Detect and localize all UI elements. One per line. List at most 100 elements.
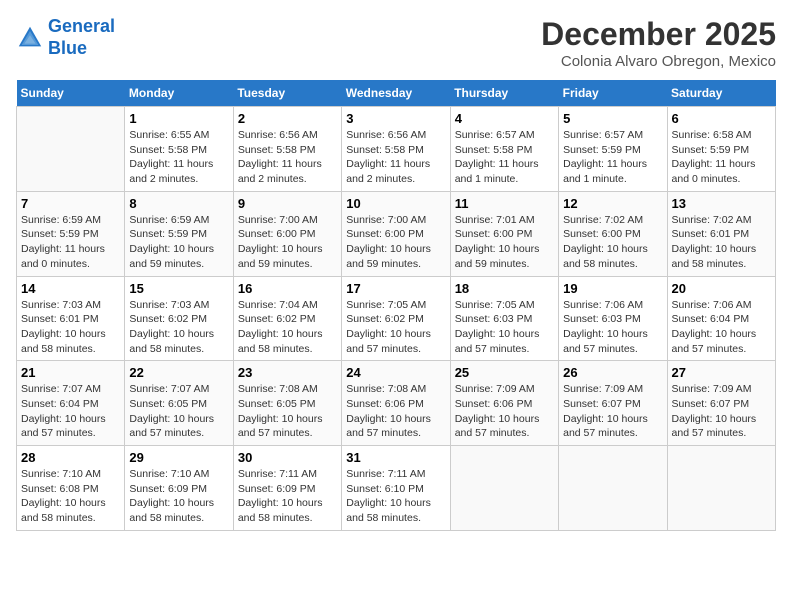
calendar-cell: 14Sunrise: 7:03 AMSunset: 6:01 PMDayligh…	[17, 276, 125, 361]
day-number: 2	[238, 111, 337, 126]
page-header: General Blue December 2025 Colonia Alvar…	[16, 16, 776, 70]
day-number: 30	[238, 450, 337, 465]
day-info: Sunrise: 7:06 AMSunset: 6:03 PMDaylight:…	[563, 298, 662, 357]
calendar-cell: 15 Sunrise: 7:03 AMSunset: 6:02 PMDayligh…	[125, 276, 233, 361]
day-info: Sunrise: 6:59 AMSunset: 5:59 PMDaylight:…	[129, 213, 228, 272]
day-info: Sunrise: 6:59 AMSunset: 5:59 PMDaylight:…	[21, 213, 120, 272]
day-number: 8	[129, 196, 228, 211]
calendar-cell: 9 Sunrise: 7:00 AMSunset: 6:00 PMDaylight…	[233, 191, 341, 276]
day-info: Sunrise: 7:07 AMSunset: 6:04 PMDaylight:…	[21, 382, 120, 441]
day-info: Sunrise: 7:11 AMSunset: 6:09 PMDaylight:…	[238, 467, 337, 526]
day-number: 22	[129, 365, 228, 380]
day-info: Sunrise: 7:09 AMSunset: 6:07 PMDaylight:…	[563, 382, 662, 441]
calendar-cell: 18 Sunrise: 7:05 AMSunset: 6:03 PMDayligh…	[450, 276, 558, 361]
title-block: December 2025 Colonia Alvaro Obregon, Me…	[541, 16, 776, 70]
day-info: Sunrise: 7:10 AMSunset: 6:09 PMDaylight:…	[129, 467, 228, 526]
calendar-cell: 29 Sunrise: 7:10 AMSunset: 6:09 PMDayligh…	[125, 446, 233, 531]
logo-line1: General	[48, 16, 115, 36]
calendar-cell: 11 Sunrise: 7:01 AMSunset: 6:00 PMDayligh…	[450, 191, 558, 276]
day-number: 17	[346, 281, 445, 296]
day-info: Sunrise: 6:57 AMSunset: 5:58 PMDaylight:…	[455, 128, 554, 187]
location: Colonia Alvaro Obregon, Mexico	[541, 53, 776, 70]
calendar-cell: 1 Sunrise: 6:55 AMSunset: 5:58 PMDaylight…	[125, 107, 233, 192]
day-number: 19	[563, 281, 662, 296]
calendar-week-row: 14Sunrise: 7:03 AMSunset: 6:01 PMDayligh…	[17, 276, 776, 361]
calendar-cell: 21 Sunrise: 7:07 AMSunset: 6:04 PMDayligh…	[17, 361, 125, 446]
day-number: 4	[455, 111, 554, 126]
calendar-week-row: 21 Sunrise: 7:07 AMSunset: 6:04 PMDayligh…	[17, 361, 776, 446]
day-number: 31	[346, 450, 445, 465]
calendar-cell: 7 Sunrise: 6:59 AMSunset: 5:59 PMDaylight…	[17, 191, 125, 276]
weekday-header: Thursday	[450, 80, 558, 107]
day-number: 3	[346, 111, 445, 126]
day-number: 13	[672, 196, 771, 211]
calendar-cell: 28Sunrise: 7:10 AMSunset: 6:08 PMDayligh…	[17, 446, 125, 531]
day-info: Sunrise: 7:05 AMSunset: 6:02 PMDaylight:…	[346, 298, 445, 357]
calendar-cell: 30 Sunrise: 7:11 AMSunset: 6:09 PMDayligh…	[233, 446, 341, 531]
day-info: Sunrise: 7:00 AMSunset: 6:00 PMDaylight:…	[238, 213, 337, 272]
day-info: Sunrise: 7:11 AMSunset: 6:10 PMDaylight:…	[346, 467, 445, 526]
day-info: Sunrise: 7:10 AMSunset: 6:08 PMDaylight:…	[21, 467, 120, 526]
day-info: Sunrise: 6:56 AMSunset: 5:58 PMDaylight:…	[346, 128, 445, 187]
day-info: Sunrise: 7:00 AMSunset: 6:00 PMDaylight:…	[346, 213, 445, 272]
day-info: Sunrise: 7:03 AMSunset: 6:01 PMDaylight:…	[21, 298, 120, 357]
day-number: 26	[563, 365, 662, 380]
calendar-cell	[559, 446, 667, 531]
weekday-header-row: SundayMondayTuesdayWednesdayThursdayFrid…	[17, 80, 776, 107]
month-title: December 2025	[541, 16, 776, 53]
calendar-cell: 22 Sunrise: 7:07 AMSunset: 6:05 PMDayligh…	[125, 361, 233, 446]
day-number: 1	[129, 111, 228, 126]
calendar-cell: 20 Sunrise: 7:06 AMSunset: 6:04 PMDayligh…	[667, 276, 775, 361]
day-number: 10	[346, 196, 445, 211]
day-info: Sunrise: 7:08 AMSunset: 6:05 PMDaylight:…	[238, 382, 337, 441]
calendar-cell: 17 Sunrise: 7:05 AMSunset: 6:02 PMDayligh…	[342, 276, 450, 361]
calendar-cell: 25 Sunrise: 7:09 AMSunset: 6:06 PMDayligh…	[450, 361, 558, 446]
calendar-cell: 19 Sunrise: 7:06 AMSunset: 6:03 PMDayligh…	[559, 276, 667, 361]
weekday-header: Saturday	[667, 80, 775, 107]
calendar-cell: 2Sunrise: 6:56 AMSunset: 5:58 PMDaylight…	[233, 107, 341, 192]
day-info: Sunrise: 7:02 AMSunset: 6:01 PMDaylight:…	[672, 213, 771, 272]
day-number: 20	[672, 281, 771, 296]
day-number: 5	[563, 111, 662, 126]
logo-line2: Blue	[48, 38, 87, 58]
day-info: Sunrise: 7:09 AMSunset: 6:06 PMDaylight:…	[455, 382, 554, 441]
day-info: Sunrise: 7:06 AMSunset: 6:04 PMDaylight:…	[672, 298, 771, 357]
day-info: Sunrise: 7:02 AMSunset: 6:00 PMDaylight:…	[563, 213, 662, 272]
day-number: 15	[129, 281, 228, 296]
day-number: 25	[455, 365, 554, 380]
logo: General Blue	[16, 16, 115, 59]
day-number: 11	[455, 196, 554, 211]
day-info: Sunrise: 7:03 AMSunset: 6:02 PMDaylight:…	[129, 298, 228, 357]
calendar-cell	[450, 446, 558, 531]
calendar-cell: 3 Sunrise: 6:56 AMSunset: 5:58 PMDaylight…	[342, 107, 450, 192]
calendar-week-row: 7 Sunrise: 6:59 AMSunset: 5:59 PMDaylight…	[17, 191, 776, 276]
logo-text: General Blue	[48, 16, 115, 59]
day-number: 12	[563, 196, 662, 211]
day-info: Sunrise: 7:07 AMSunset: 6:05 PMDaylight:…	[129, 382, 228, 441]
day-info: Sunrise: 7:01 AMSunset: 6:00 PMDaylight:…	[455, 213, 554, 272]
day-info: Sunrise: 7:09 AMSunset: 6:07 PMDaylight:…	[672, 382, 771, 441]
day-number: 23	[238, 365, 337, 380]
day-number: 29	[129, 450, 228, 465]
day-info: Sunrise: 7:05 AMSunset: 6:03 PMDaylight:…	[455, 298, 554, 357]
day-number: 16	[238, 281, 337, 296]
day-info: Sunrise: 7:08 AMSunset: 6:06 PMDaylight:…	[346, 382, 445, 441]
logo-icon	[16, 24, 44, 52]
weekday-header: Sunday	[17, 80, 125, 107]
calendar-cell: 10 Sunrise: 7:00 AMSunset: 6:00 PMDayligh…	[342, 191, 450, 276]
day-number: 21	[21, 365, 120, 380]
calendar-cell	[667, 446, 775, 531]
day-number: 18	[455, 281, 554, 296]
calendar-week-row: 1 Sunrise: 6:55 AMSunset: 5:58 PMDaylight…	[17, 107, 776, 192]
calendar-cell	[17, 107, 125, 192]
calendar-cell: 31 Sunrise: 7:11 AMSunset: 6:10 PMDayligh…	[342, 446, 450, 531]
calendar-cell: 13 Sunrise: 7:02 AMSunset: 6:01 PMDayligh…	[667, 191, 775, 276]
day-info: Sunrise: 7:04 AMSunset: 6:02 PMDaylight:…	[238, 298, 337, 357]
day-number: 9	[238, 196, 337, 211]
calendar-cell: 12 Sunrise: 7:02 AMSunset: 6:00 PMDayligh…	[559, 191, 667, 276]
weekday-header: Wednesday	[342, 80, 450, 107]
day-info: Sunrise: 6:55 AMSunset: 5:58 PMDaylight:…	[129, 128, 228, 187]
calendar-cell: 24Sunrise: 7:08 AMSunset: 6:06 PMDayligh…	[342, 361, 450, 446]
calendar-cell: 23 Sunrise: 7:08 AMSunset: 6:05 PMDayligh…	[233, 361, 341, 446]
day-number: 7	[21, 196, 120, 211]
